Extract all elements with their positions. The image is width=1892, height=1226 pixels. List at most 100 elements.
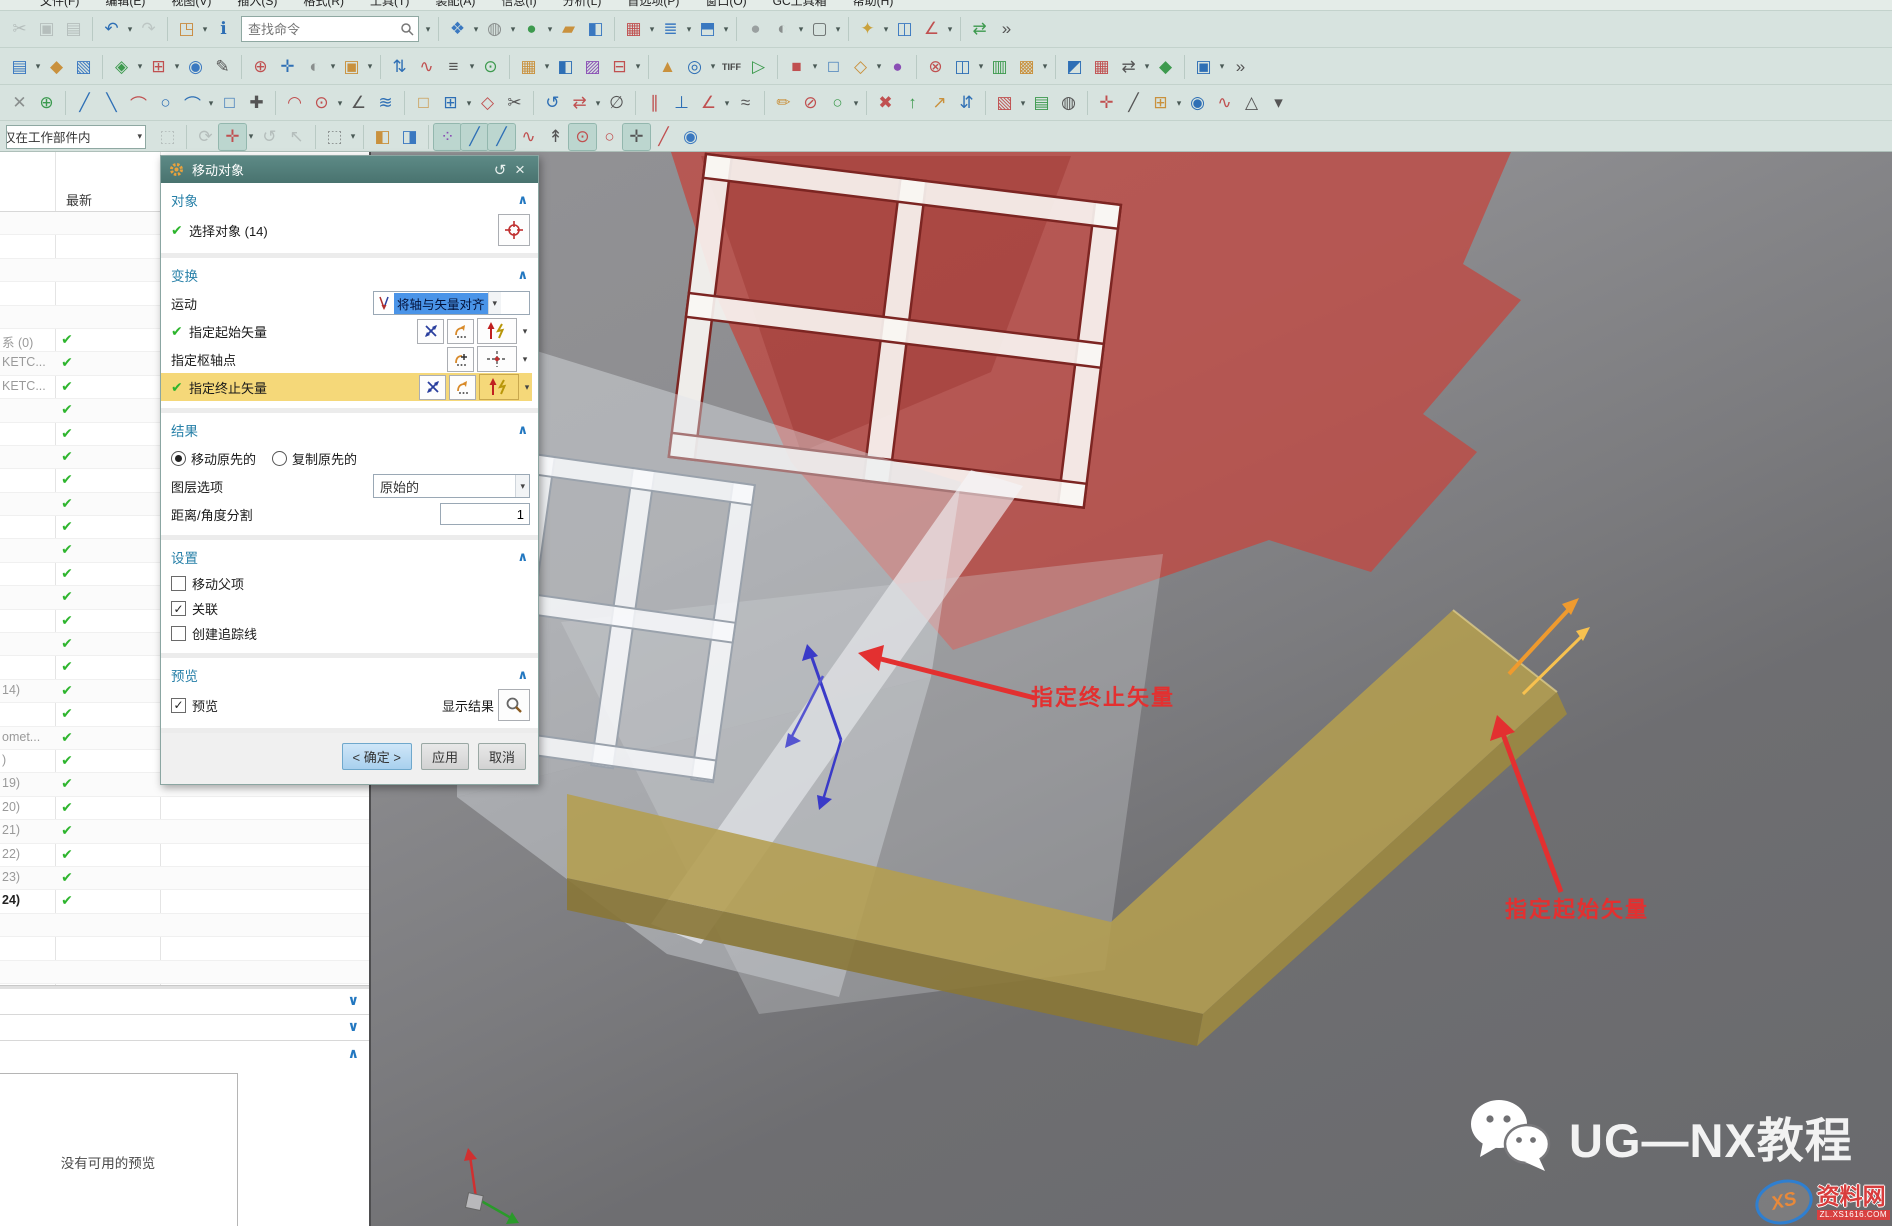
dropdown-caret-icon[interactable]: ▾ (508, 24, 518, 35)
part-icon[interactable]: ▣ (1190, 54, 1217, 80)
trim-icon[interactable]: ⊟ (606, 54, 633, 80)
navigator-row[interactable]: 22)✔ (0, 844, 369, 867)
menu-item[interactable]: 信息(I) (501, 0, 536, 9)
move-original-label[interactable]: 移动原先的 (191, 449, 256, 468)
dropdown-caret-icon[interactable]: ▾ (945, 24, 955, 35)
dropdown-caret-icon[interactable]: ▾ (1040, 61, 1050, 72)
menu-item[interactable]: 装配(A) (435, 0, 475, 9)
find-command-box[interactable] (241, 16, 419, 42)
menu-item[interactable]: 帮助(H) (853, 0, 894, 9)
face-snap-icon[interactable]: ◨ (396, 124, 423, 150)
menu-item[interactable]: 工具(T) (370, 0, 409, 9)
endpoint-snap-icon[interactable]: ⁘ (434, 124, 461, 150)
column-header-latest[interactable]: 最新 (66, 190, 92, 209)
navigator-row[interactable]: 21)✔ (0, 820, 369, 843)
fillet-icon[interactable]: ⌒ (179, 90, 206, 116)
add-icon[interactable]: ⊕ (33, 90, 60, 116)
menu-item[interactable]: 文件(F) (40, 0, 79, 9)
menu-item[interactable]: 分析(L) (563, 0, 602, 9)
assembly-filter-icon[interactable]: ⬚ (154, 124, 181, 150)
copy-original-label[interactable]: 复制原先的 (292, 449, 357, 468)
navigator-row-label[interactable]: ) (2, 753, 54, 767)
intersect-icon[interactable]: ⊗ (922, 54, 949, 80)
vector-dialog-button[interactable] (447, 319, 474, 344)
create-traceline-checkbox[interactable] (171, 626, 186, 641)
snapshot-icon[interactable]: ◫ (891, 16, 918, 42)
play-icon[interactable]: ▷ (745, 54, 772, 80)
end-vector-label[interactable]: 指定终止矢量 (189, 378, 267, 397)
point-on-face-icon[interactable]: ╱ (650, 124, 677, 150)
reverse-vector-button[interactable] (417, 319, 444, 344)
pole-snap-icon[interactable]: ↟ (542, 124, 569, 150)
check-icon[interactable]: ✔ (58, 612, 76, 629)
trim-curve-icon[interactable]: ✂ (501, 90, 528, 116)
list-icon[interactable]: ≡ (440, 54, 467, 80)
parallel-icon[interactable]: ∥ (641, 90, 668, 116)
vector-dialog-button[interactable] (449, 375, 476, 400)
dialog-close-button[interactable]: × (510, 160, 530, 180)
dropdown-caret-icon[interactable]: ▾ (206, 98, 216, 109)
window-icon[interactable]: ◫ (949, 54, 976, 80)
check-icon[interactable]: ✔ (58, 892, 76, 909)
target-icon[interactable]: ◎ (681, 54, 708, 80)
face-center-icon[interactable]: ◉ (677, 124, 704, 150)
ne-icon[interactable]: ↗ (926, 90, 953, 116)
find-command-input[interactable] (246, 21, 400, 38)
check-icon[interactable]: ✔ (58, 799, 76, 816)
motion-icon[interactable]: ⇄ (966, 16, 993, 42)
dropdown-caret-icon[interactable]: ▾ (881, 24, 891, 35)
start-vector-label[interactable]: 指定起始矢量 (189, 322, 267, 341)
updown-icon[interactable]: ⇵ (953, 90, 980, 116)
pencil-icon[interactable]: ✏ (770, 90, 797, 116)
navigator-row[interactable] (0, 937, 369, 960)
check-icon[interactable]: ✔ (58, 729, 76, 746)
tiff-export-icon[interactable]: TIFF (718, 54, 745, 80)
extrude-icon[interactable]: ◈ (108, 54, 135, 80)
vector-constructor-button-active[interactable] (479, 374, 519, 400)
sphere-icon[interactable]: ● (884, 54, 911, 80)
associative-checkbox[interactable]: ✓ (171, 601, 186, 616)
motion-dropdown[interactable]: 将轴与矢量对齐 ▾ (373, 291, 530, 315)
mesh-icon[interactable]: ▦ (515, 54, 542, 80)
overflow-chevron-icon[interactable]: » (993, 16, 1020, 42)
dropdown-caret-icon[interactable]: ▾ (135, 61, 145, 72)
check-icon[interactable]: ✔ (58, 471, 76, 488)
marquee-select-icon[interactable]: ⬚ (321, 124, 348, 150)
chevron-down-icon[interactable]: ▾ (488, 292, 502, 314)
vector-constructor-button[interactable] (477, 318, 517, 344)
dropdown-caret-icon[interactable]: ▾ (874, 61, 884, 72)
dropdown-caret-icon[interactable]: ▾ (796, 24, 806, 35)
project-icon[interactable]: ⊞ (437, 90, 464, 116)
dropdown-caret-icon[interactable]: ▾ (200, 24, 210, 35)
dropdown-caret-icon[interactable]: ▾ (810, 61, 820, 72)
move-original-radio[interactable] (171, 451, 186, 466)
associative-label[interactable]: 关联 (192, 599, 218, 618)
navigator-row-label[interactable]: 系 (0) (2, 332, 54, 351)
section-result-header[interactable]: 结果 (171, 420, 198, 440)
block-icon[interactable]: ■ (783, 54, 810, 80)
chevron-down-icon[interactable]: ▾ (515, 475, 529, 497)
reset-orientation-icon[interactable]: ⟳ (192, 124, 219, 150)
fill-icon[interactable]: ▦ (1088, 54, 1115, 80)
navigator-row-label[interactable]: 20) (2, 800, 54, 814)
tangent-snap-icon[interactable]: ∿ (515, 124, 542, 150)
split-window-icon[interactable]: ◧ (582, 16, 609, 42)
division-input[interactable] (440, 503, 530, 525)
dropdown-caret-icon[interactable]: ▾ (833, 24, 843, 35)
chevron-up-icon[interactable]: ∧ (517, 192, 528, 208)
navigator-row-label[interactable]: 14) (2, 683, 54, 697)
move-parent-checkbox[interactable] (171, 576, 186, 591)
mirror-icon[interactable]: ⇄ (566, 90, 593, 116)
close-icon[interactable]: ✖ (872, 90, 899, 116)
dependencies-panel-collapsed[interactable]: ∨ (0, 989, 369, 1015)
section-object-header[interactable]: 对象 (171, 190, 198, 210)
diamond-icon[interactable]: ◇ (847, 54, 874, 80)
check-icon[interactable]: ✔ (58, 448, 76, 465)
cut-icon[interactable]: ✂ (6, 16, 33, 42)
dropdown-caret-icon[interactable]: ▾ (1142, 61, 1152, 72)
slash-icon[interactable]: ╱ (1120, 90, 1147, 116)
measure-icon[interactable]: ∠ (918, 16, 945, 42)
folder-icon[interactable]: ▰ (555, 16, 582, 42)
dialog-titlebar[interactable]: 移动对象 ↺ × (161, 156, 538, 183)
navigator-row[interactable] (0, 961, 369, 984)
